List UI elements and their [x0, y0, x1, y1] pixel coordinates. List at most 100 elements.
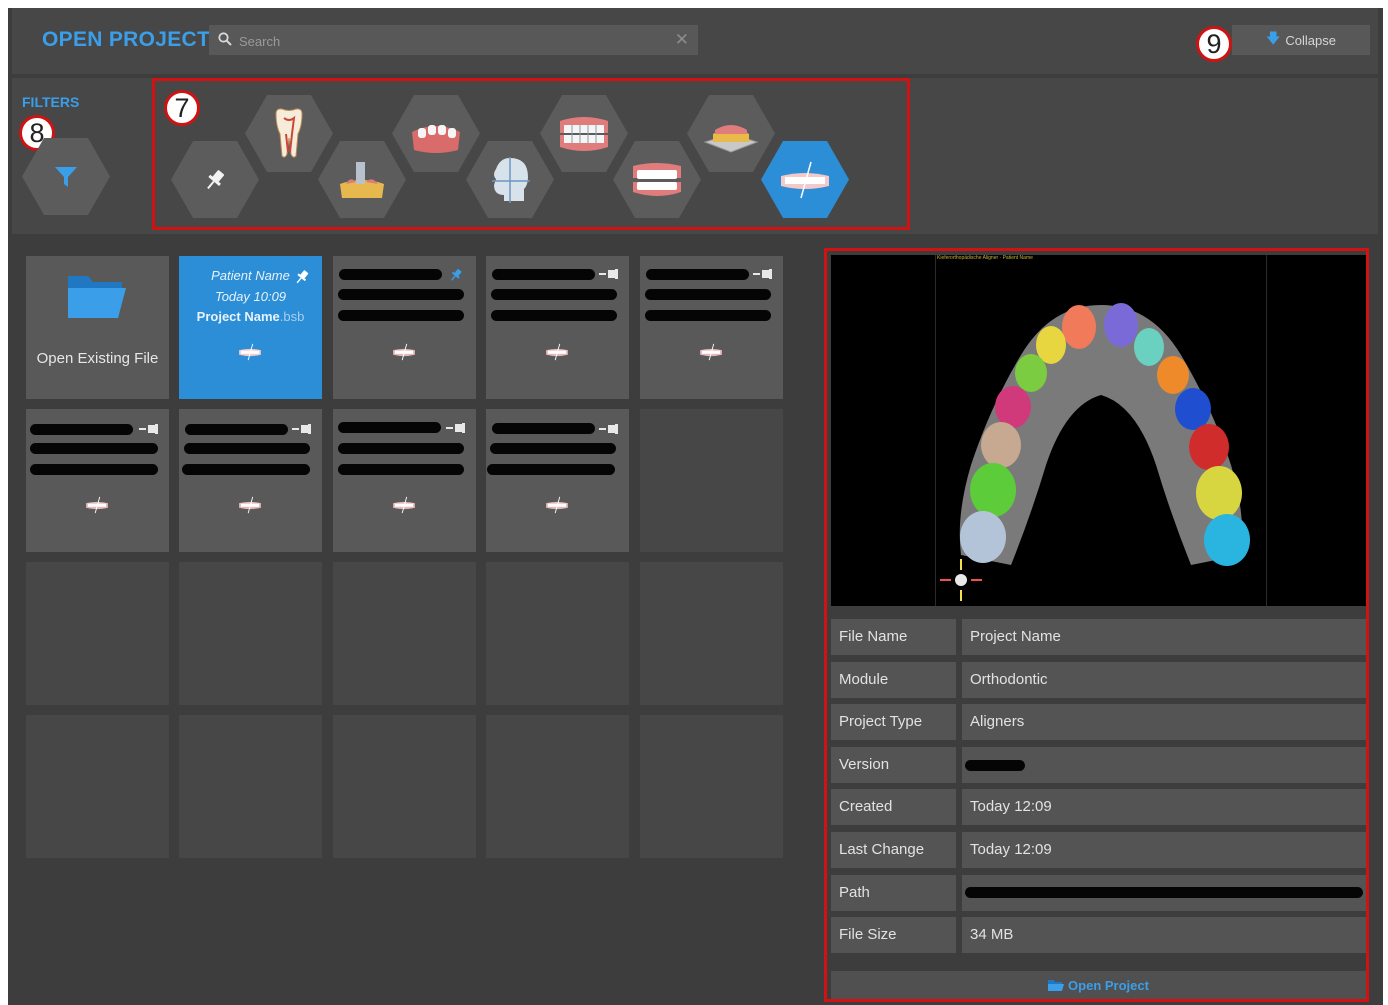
info-value: Aligners	[962, 704, 1366, 740]
redacted-bar	[338, 289, 464, 300]
filter-cephalometric[interactable]	[466, 141, 554, 218]
filter-orthodontic[interactable]	[540, 95, 628, 172]
viewport-divider	[1266, 255, 1267, 606]
info-value	[962, 747, 1366, 783]
project-tile[interactable]	[486, 409, 629, 552]
implant-icon	[340, 161, 384, 198]
unpinned-icon[interactable]	[292, 424, 314, 434]
filter-implant[interactable]	[318, 141, 406, 218]
filter-endodontic[interactable]	[245, 95, 333, 172]
info-value	[962, 875, 1366, 911]
aligner-cut-icon	[86, 496, 108, 514]
unpinned-icon[interactable]	[446, 423, 468, 433]
empty-slot	[26, 715, 169, 858]
filter-pinned[interactable]	[171, 141, 259, 218]
pin-icon[interactable]	[448, 267, 464, 283]
collapse-button[interactable]: 🡇 Collapse	[1232, 25, 1370, 55]
annotation-marker-7: 7	[164, 90, 200, 126]
empty-slot	[640, 562, 783, 705]
file-extension: .bsb	[279, 309, 305, 324]
aligner-cut-icon	[239, 496, 261, 514]
project-tile[interactable]	[333, 409, 476, 552]
open-project-label: Open Project	[1068, 977, 1149, 993]
filter-full-arch[interactable]	[613, 141, 701, 218]
empty-slot	[640, 409, 783, 552]
info-row-module: Module Orthodontic	[831, 662, 1366, 698]
project-tile[interactable]	[26, 409, 169, 552]
info-key: Project Type	[831, 704, 956, 740]
redacted-bar	[645, 289, 771, 300]
redacted-bar	[492, 269, 595, 280]
open-project-button[interactable]: Open Project	[831, 971, 1366, 999]
filter-funnel-icon	[55, 166, 77, 187]
project-tile[interactable]	[486, 256, 629, 399]
project-preview[interactable]: Kieferorthopädische Aligner · Patient Na…	[831, 255, 1366, 606]
page-title: OPEN PROJECT	[42, 28, 211, 51]
redacted-bar	[487, 464, 615, 475]
redacted-bar	[185, 424, 288, 435]
aligner-cut-icon	[546, 496, 568, 514]
empty-slot	[486, 562, 629, 705]
unpinned-icon[interactable]	[139, 424, 161, 434]
project-tile[interactable]	[640, 256, 783, 399]
bridge-icon	[412, 124, 460, 153]
filters-panel: FILTERS 8 7	[12, 78, 1378, 234]
collapse-label: Collapse	[1285, 32, 1336, 48]
redacted-bar	[338, 443, 464, 454]
filter-aligner-cut[interactable]	[761, 141, 849, 218]
open-existing-file-tile[interactable]: Open Existing File	[26, 256, 169, 399]
info-key: Path	[831, 875, 956, 911]
redacted-bar	[965, 887, 1363, 898]
redacted-bar	[645, 310, 771, 321]
folder-open-icon	[1048, 980, 1065, 991]
redacted-bar	[338, 310, 464, 321]
filter-model-base[interactable]	[687, 95, 775, 172]
preview-caption: Kieferorthopädische Aligner · Patient Na…	[937, 255, 1033, 261]
unpinned-icon[interactable]	[599, 269, 621, 279]
info-row-path: Path	[831, 875, 1366, 911]
head-scan-icon	[492, 156, 530, 203]
redacted-bar	[30, 464, 158, 475]
info-key: Last Change	[831, 832, 956, 868]
project-name: Project Name	[196, 309, 280, 324]
project-details-panel: 6 Kieferorthopädische Aligner · Patient …	[824, 248, 1369, 1002]
pin-icon[interactable]	[293, 268, 311, 286]
pin-icon	[207, 169, 225, 189]
redacted-bar	[184, 443, 310, 454]
unpinned-icon[interactable]	[753, 269, 775, 279]
viewport-divider	[935, 255, 936, 606]
unpinned-icon[interactable]	[599, 424, 621, 434]
model-base-icon	[703, 124, 759, 153]
search-box[interactable]: ✕	[209, 25, 698, 55]
info-key: File Name	[831, 619, 956, 655]
info-row-created: Created Today 12:09	[831, 789, 1366, 825]
arrow-down-icon: 🡇	[1266, 30, 1281, 46]
dental-arch-model	[959, 303, 1250, 566]
project-file-name: Project Name.bsb	[179, 309, 322, 324]
project-tile[interactable]	[333, 256, 476, 399]
top-bar: OPEN PROJECT ✕ 🡇 Collapse 9	[12, 8, 1378, 74]
info-row-file-name: File Name Project Name	[831, 619, 1366, 655]
info-key: Created	[831, 789, 956, 825]
empty-slot	[486, 715, 629, 858]
project-tile-selected[interactable]: Patient Name Today 10:09 Project Name.bs…	[179, 256, 322, 399]
redacted-bar	[491, 310, 617, 321]
project-tile[interactable]	[179, 409, 322, 552]
redacted-bar	[491, 289, 617, 300]
clear-search-icon[interactable]: ✕	[675, 30, 689, 50]
redacted-bar	[338, 422, 441, 433]
filter-bridge[interactable]	[392, 95, 480, 172]
aligner-cut-icon	[700, 343, 722, 361]
annotation-marker-9: 9	[1196, 26, 1232, 62]
redacted-bar	[30, 443, 158, 454]
redacted-bar	[490, 443, 616, 454]
project-date: Today 10:09	[214, 289, 287, 304]
info-key: Version	[831, 747, 956, 783]
aligner-icon	[560, 116, 608, 151]
info-value: Today 12:09	[962, 832, 1366, 868]
aligner-cut-icon	[239, 343, 261, 361]
search-input[interactable]	[237, 30, 661, 52]
filters-label: FILTERS	[22, 94, 80, 110]
empty-slot	[640, 715, 783, 858]
empty-slot	[179, 715, 322, 858]
